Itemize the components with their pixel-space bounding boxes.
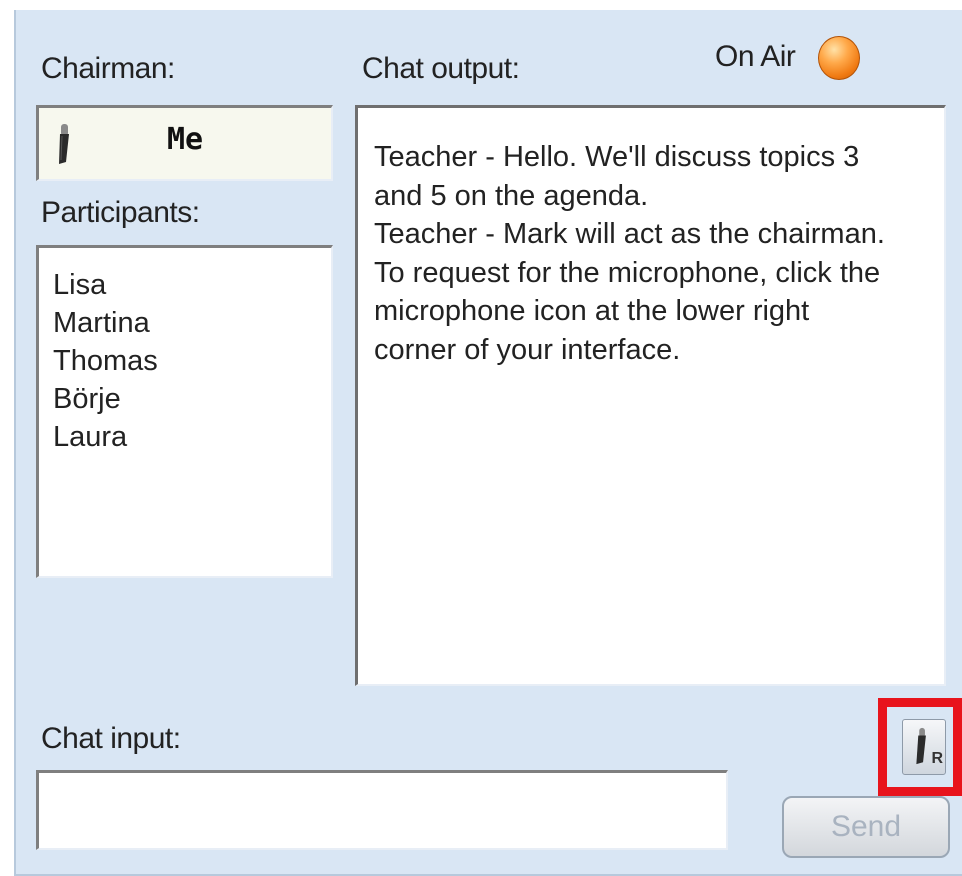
on-air-indicator	[818, 36, 860, 80]
participant-item[interactable]: Martina	[53, 304, 331, 342]
participant-item[interactable]: Börje	[53, 380, 331, 418]
participant-item[interactable]: Thomas	[53, 342, 331, 380]
participants-label: Participants:	[41, 196, 200, 229]
chat-input-label: Chat input:	[41, 722, 181, 755]
chairman-name: Me	[166, 122, 204, 157]
chat-message-line: Teacher - Hello. We'll discuss topics 3	[374, 141, 860, 173]
participant-item[interactable]: Laura	[53, 418, 331, 456]
participant-item[interactable]: Lisa	[53, 266, 331, 304]
chat-message-line: and 5 on the agenda.	[374, 179, 649, 212]
microphone-icon	[59, 124, 69, 164]
chat-message-line: microphone icon at the lower right	[374, 295, 810, 327]
chat-input-field[interactable]	[36, 770, 728, 850]
chairman-label: Chairman:	[41, 52, 175, 85]
request-badge: R	[931, 750, 943, 767]
chat-message-line: To request for the microphone, click the	[374, 256, 881, 289]
chat-output-box[interactable]: Teacher - Hello. We'll discuss topics 3 …	[355, 105, 946, 686]
chat-message-line: corner of your interface.	[374, 333, 681, 366]
chairman-box: Me	[36, 105, 333, 181]
participants-list[interactable]: Lisa Martina Thomas Börje Laura	[36, 245, 333, 578]
chat-message-line: Teacher - Mark will act as the chairman.	[374, 218, 885, 250]
send-button[interactable]: Send	[782, 796, 950, 858]
chat-output-label: Chat output:	[362, 52, 520, 85]
on-air-label: On Air	[715, 40, 796, 73]
request-microphone-button[interactable]: R	[902, 719, 946, 775]
